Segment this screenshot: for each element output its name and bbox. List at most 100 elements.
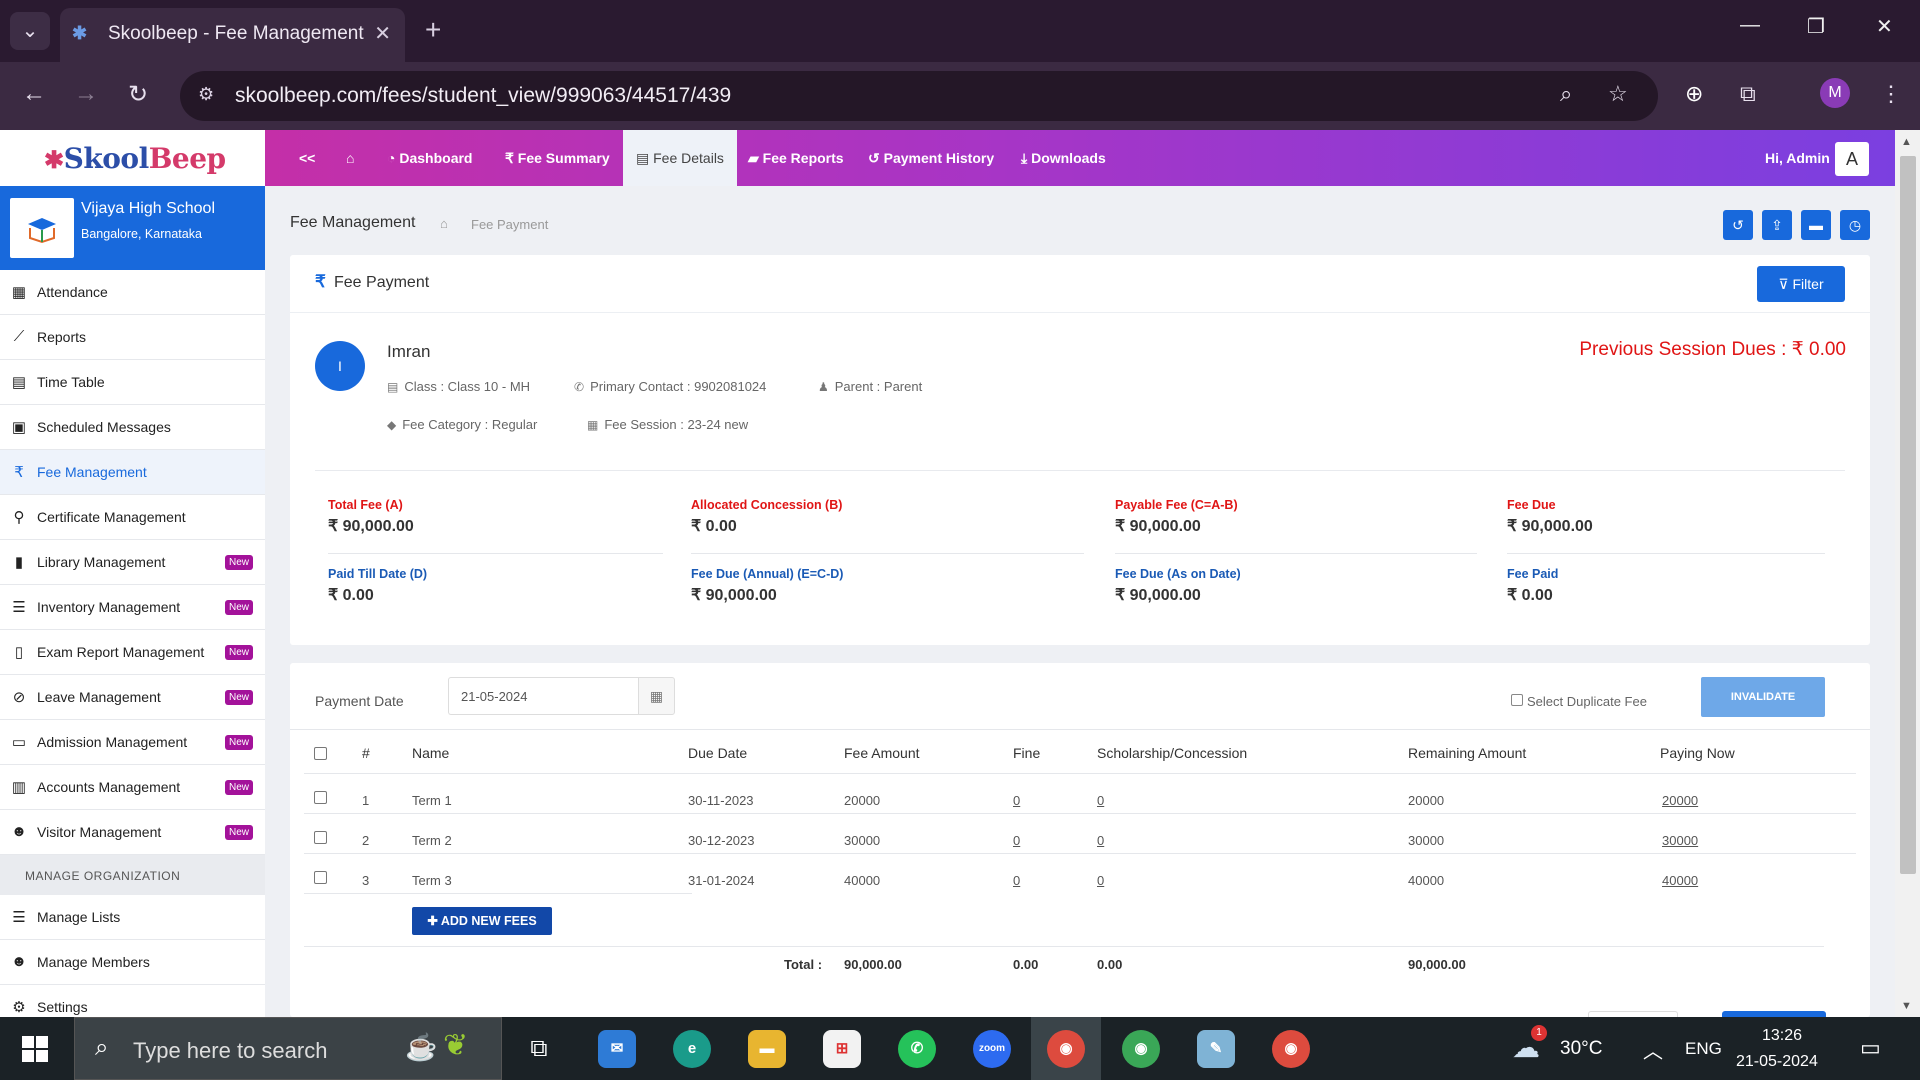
history-icon: ↺	[868, 150, 884, 166]
duplicate-fee-checkbox[interactable]	[1511, 694, 1523, 706]
tab-close-icon[interactable]: ✕	[374, 21, 391, 46]
tab-search-button[interactable]: ⌄	[10, 12, 50, 50]
zoom-lens-icon[interactable]: ⌕	[1560, 81, 1572, 107]
file-explorer-icon[interactable]: ▬	[748, 1030, 786, 1068]
breadcrumb[interactable]: Fee Payment	[471, 217, 548, 232]
admin-avatar[interactable]: A	[1835, 142, 1869, 176]
row-checkbox[interactable]	[314, 791, 327, 804]
filter-button[interactable]: ⊽ Filter	[1757, 266, 1845, 302]
nav-payment-history[interactable]: ↺ Payment History	[868, 150, 994, 167]
sidebar-item-scheduled-messages[interactable]: ▣ Scheduled Messages	[0, 405, 265, 450]
student-class: ▤ Class : Class 10 - MH	[387, 379, 531, 394]
browser-menu-icon[interactable]: ⋮	[1880, 81, 1902, 107]
concession-link[interactable]: 0	[1097, 793, 1104, 808]
nav-fee-summary[interactable]: ₹ Fee Summary	[505, 150, 610, 167]
clock-date[interactable]: 21-05-2024	[1736, 1053, 1818, 1071]
whatsapp-icon[interactable]: ✆	[898, 1030, 936, 1068]
nav-downloads[interactable]: ⤓ Downloads	[1021, 150, 1106, 167]
chrome-profile-icon[interactable]: ◉	[1047, 1030, 1085, 1068]
payment-date-label: Payment Date	[315, 693, 404, 709]
new-tab-button[interactable]: +	[425, 14, 441, 46]
sidebar-item-exam-report-management[interactable]: ▯ Exam Report Management New	[0, 630, 265, 675]
fine-link[interactable]: 0	[1013, 873, 1020, 888]
concession-link[interactable]: 0	[1097, 873, 1104, 888]
upload-button[interactable]: ⇪	[1762, 210, 1792, 240]
scroll-down-icon[interactable]: ▼	[1901, 1000, 1912, 1012]
sidebar-item-settings[interactable]: ⚙ Settings	[0, 985, 265, 1017]
sidebar-item-label: Leave Management	[37, 689, 161, 705]
sidebar-item-leave-management[interactable]: ⊘ Leave Management New	[0, 675, 265, 720]
sidebar-item-inventory-management[interactable]: ☰ Inventory Management New	[0, 585, 265, 630]
logo-area[interactable]: ✱SkoolBeep	[0, 130, 265, 186]
forward-icon[interactable]: →	[74, 80, 98, 108]
browser-tab[interactable]: ✱ Skoolbeep - Fee Management ✕	[60, 8, 405, 62]
page-scrollbar[interactable]: ▲ ▼	[1895, 130, 1920, 1017]
fine-link[interactable]: 0	[1013, 833, 1020, 848]
zoom-icon[interactable]: zoom	[973, 1030, 1011, 1068]
concession-link[interactable]: 0	[1097, 833, 1104, 848]
reload-icon[interactable]: ↻	[128, 80, 148, 109]
row-checkbox[interactable]	[314, 871, 327, 884]
task-view-icon[interactable]: ⧉	[520, 1030, 558, 1068]
mail-icon[interactable]: ✉	[598, 1030, 636, 1068]
taskbar-search-box[interactable]: ⌕ Type here to search ☕ ❦	[74, 1017, 502, 1080]
notifications-icon[interactable]: ▭	[1860, 1035, 1881, 1061]
site-settings-icon[interactable]: ⚙	[198, 84, 214, 105]
row-checkbox[interactable]	[314, 831, 327, 844]
chrome-icon[interactable]: ◉	[1122, 1030, 1160, 1068]
sidebar-item-manage-members[interactable]: ☻ Manage Members	[0, 940, 265, 985]
sidebar-item-admission-management[interactable]: ▭ Admission Management New	[0, 720, 265, 765]
collapse-sidebar-button[interactable]: <<	[299, 150, 315, 166]
row-number: 3	[362, 873, 370, 888]
chrome-alt-icon[interactable]: ◉	[1272, 1030, 1310, 1068]
restore-icon[interactable]: ❐	[1807, 14, 1825, 39]
extensions-icon[interactable]: ⧉	[1740, 81, 1756, 107]
weather-temp[interactable]: 30°C	[1560, 1038, 1602, 1060]
profile-avatar[interactable]: M	[1820, 78, 1850, 108]
paying-now-link[interactable]: 30000	[1662, 833, 1698, 848]
sidebar-item-attendance[interactable]: ▦ Attendance	[0, 270, 265, 315]
nav-fee-reports[interactable]: ▰ Fee Reports	[748, 150, 844, 167]
payment-date-input[interactable]: 21-05-2024	[448, 677, 638, 715]
sidebar-item-fee-management[interactable]: ₹ Fee Management	[0, 450, 265, 495]
breadcrumb-home-icon[interactable]: ⌂	[440, 216, 448, 231]
clock-button[interactable]: ◷	[1840, 210, 1870, 240]
scroll-thumb[interactable]	[1900, 156, 1916, 874]
invalidate-button[interactable]: INVALIDATE	[1701, 677, 1825, 717]
select-all-checkbox[interactable]	[314, 747, 327, 760]
sidebar-item-library-management[interactable]: ▮ Library Management New	[0, 540, 265, 585]
back-icon[interactable]: ←	[22, 80, 46, 108]
fine-link[interactable]: 0	[1013, 793, 1020, 808]
sidebar-item-manage-lists[interactable]: ☰ Manage Lists	[0, 895, 265, 940]
bookmark-star-icon[interactable]: ☆	[1608, 81, 1628, 107]
windows-start-icon[interactable]	[22, 1036, 48, 1062]
tray-chevron-up-icon[interactable]: ︿	[1643, 1035, 1663, 1064]
address-bar[interactable]: ⚙ skoolbeep.com/fees/student_view/999063…	[180, 71, 1658, 121]
sidebar-item-visitor-management[interactable]: ☻ Visitor Management New	[0, 810, 265, 855]
remaining-amount: 20000	[1408, 793, 1445, 808]
clock-time[interactable]: 13:26	[1762, 1027, 1802, 1045]
paying-now-link[interactable]: 20000	[1662, 793, 1698, 808]
microsoft-store-icon[interactable]: ⊞	[823, 1030, 861, 1068]
school-card[interactable]: Vijaya High School Bangalore, Karnataka	[0, 186, 265, 270]
language-indicator[interactable]: ENG	[1685, 1039, 1722, 1059]
scroll-up-icon[interactable]: ▲	[1901, 136, 1912, 148]
close-window-icon[interactable]: ✕	[1876, 14, 1893, 39]
edge-icon[interactable]: e	[673, 1030, 711, 1068]
calendar-picker-icon[interactable]: ▦	[638, 677, 675, 715]
extension-plus-icon[interactable]: ⊕	[1685, 81, 1703, 107]
sidebar-item-time-table[interactable]: ▤ Time Table	[0, 360, 265, 405]
nav-dashboard[interactable]: ◔ Dashboard	[387, 150, 472, 166]
add-new-fees-button[interactable]: ✚ ADD NEW FEES	[412, 907, 552, 935]
nav-fee-details[interactable]: ▤ Fee Details	[623, 130, 737, 186]
message-button[interactable]: ▬	[1801, 210, 1831, 240]
paying-now-link[interactable]: 40000	[1662, 873, 1698, 888]
minimize-icon[interactable]: —	[1740, 14, 1760, 37]
sidebar-item-reports[interactable]: ⟋ Reports	[0, 315, 265, 360]
sidebar-item-accounts-management[interactable]: ▥ Accounts Management New	[0, 765, 265, 810]
sidebar-item-certificate-management[interactable]: ⚲ Certificate Management	[0, 495, 265, 540]
notepad-icon[interactable]: ✎	[1197, 1030, 1235, 1068]
home-icon[interactable]: ⌂	[346, 150, 354, 166]
history-button[interactable]: ↺	[1723, 210, 1753, 240]
url-text[interactable]: skoolbeep.com/fees/student_view/999063/4…	[235, 84, 731, 108]
